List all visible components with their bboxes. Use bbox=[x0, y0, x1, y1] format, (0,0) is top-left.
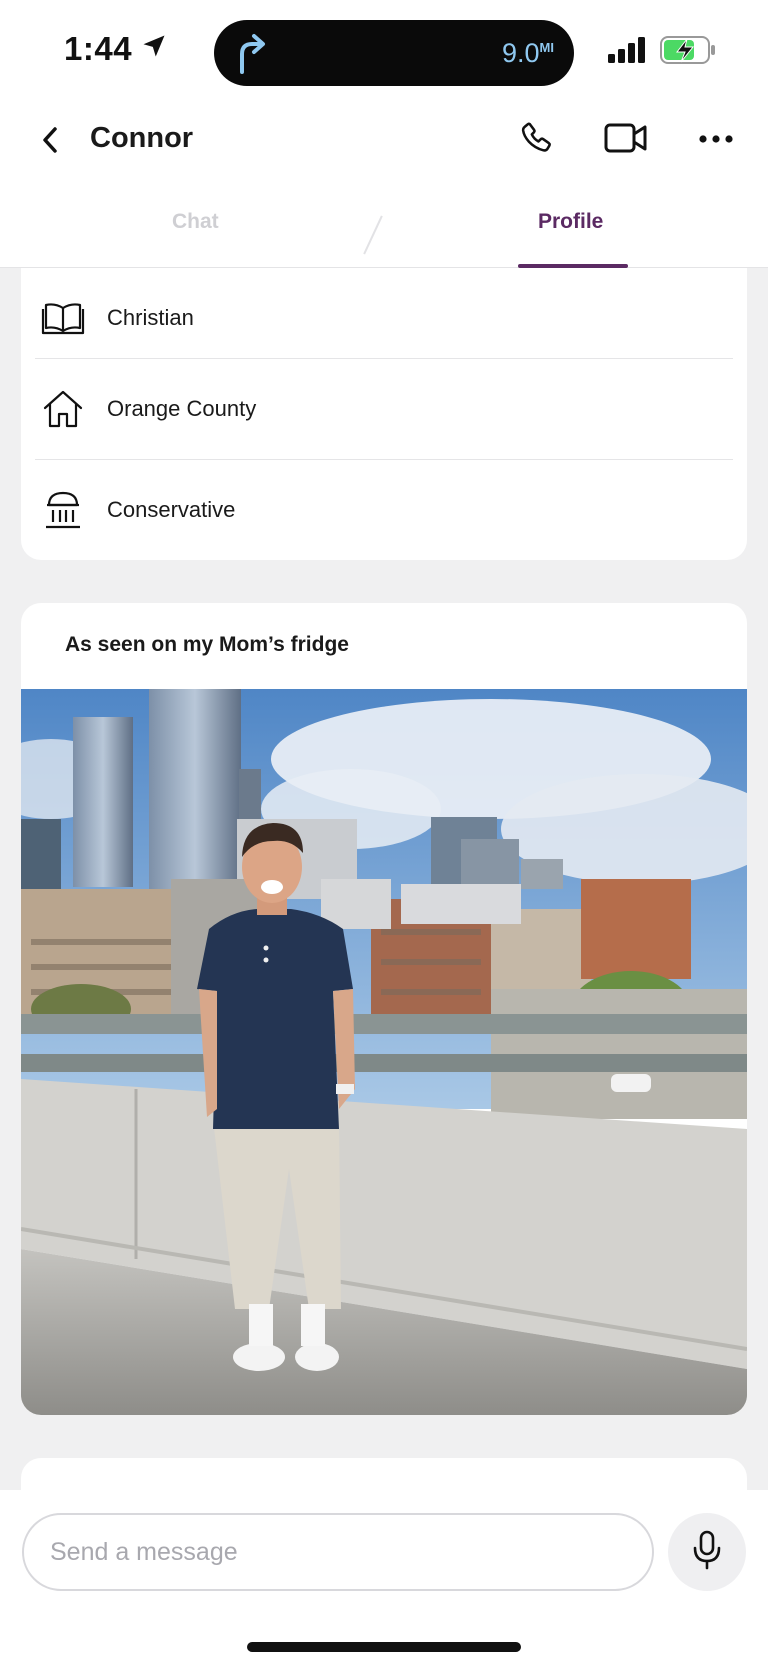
video-call-button[interactable] bbox=[602, 116, 650, 164]
info-label-politics: Conservative bbox=[107, 497, 236, 522]
back-button[interactable] bbox=[30, 122, 70, 162]
home-indicator[interactable] bbox=[247, 1642, 521, 1652]
profile-info-card: Christian Orange County Conservative bbox=[21, 268, 747, 560]
info-row-location: Orange County bbox=[21, 359, 747, 459]
distance-unit: MI bbox=[539, 40, 554, 55]
video-camera-icon bbox=[604, 121, 648, 160]
call-button[interactable] bbox=[514, 116, 562, 164]
info-label-religion: Christian bbox=[107, 305, 194, 330]
tab-divider bbox=[363, 215, 383, 255]
tab-chat[interactable]: Chat bbox=[172, 210, 219, 234]
more-options-button[interactable] bbox=[692, 116, 740, 164]
voice-message-button[interactable] bbox=[668, 1513, 746, 1591]
battery-charging-icon bbox=[660, 36, 716, 69]
microphone-icon bbox=[692, 1530, 722, 1575]
contact-name[interactable]: Connor bbox=[90, 122, 193, 155]
status-bar: 1:44 9.0MI bbox=[0, 0, 768, 100]
message-input[interactable] bbox=[22, 1513, 654, 1591]
back-chevron-icon bbox=[40, 125, 60, 160]
location-arrow-icon bbox=[140, 30, 168, 68]
info-row-religion: Christian bbox=[21, 268, 747, 368]
home-icon bbox=[41, 387, 85, 431]
photo-caption: As seen on my Mom’s fridge bbox=[65, 633, 349, 656]
status-time: 1:44 bbox=[64, 30, 168, 68]
distance-value: 9.0 bbox=[502, 38, 540, 68]
navigation-distance: 9.0MI bbox=[502, 38, 554, 69]
status-time-text: 1:44 bbox=[64, 30, 133, 67]
dynamic-island[interactable]: 9.0MI bbox=[214, 20, 574, 86]
book-icon bbox=[41, 296, 85, 340]
tab-profile[interactable]: Profile bbox=[538, 210, 603, 234]
system-icons bbox=[608, 36, 716, 69]
info-label-location: Orange County bbox=[107, 396, 257, 421]
chat-header: Connor bbox=[0, 100, 768, 182]
government-building-icon bbox=[41, 488, 85, 532]
chat-profile-tabs: Chat Profile bbox=[0, 182, 768, 268]
photo-card: As seen on my Mom’s fridge bbox=[21, 603, 747, 1415]
turn-right-arrow-icon bbox=[234, 32, 268, 79]
signal-icon bbox=[608, 37, 648, 68]
message-composer bbox=[0, 1490, 768, 1665]
phone-icon bbox=[520, 120, 556, 161]
profile-photo[interactable] bbox=[21, 689, 747, 1415]
info-row-politics: Conservative bbox=[21, 460, 747, 560]
more-dots-icon bbox=[698, 131, 734, 149]
